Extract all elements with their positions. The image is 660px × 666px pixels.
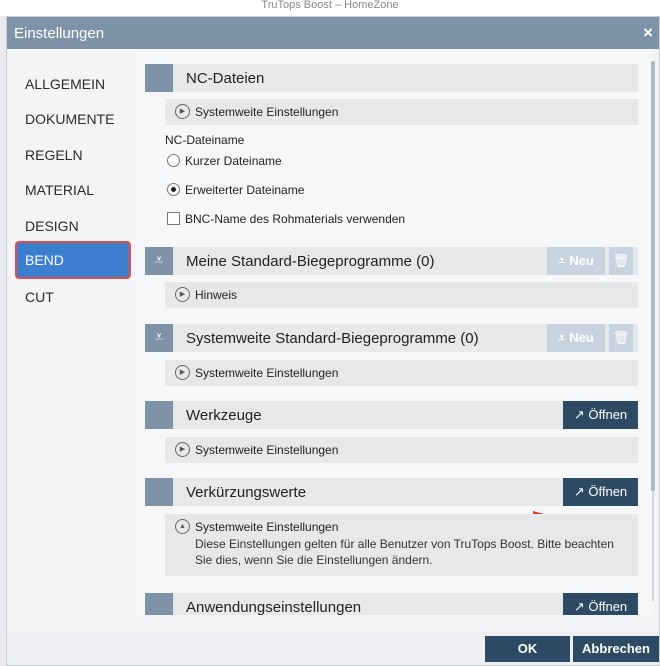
nav-item-design[interactable]: DESIGN [15,211,131,241]
button-label: Öffnen [588,484,628,499]
cancel-button[interactable]: Abbrechen [573,636,659,662]
settings-dialog: Einstellungen × ALLGEMEIN DOKUMENTE REGE… [6,16,660,666]
bend-program-icon: ⩡ [145,324,173,352]
section-title: NC-Dateien [186,70,265,87]
section-marker [145,64,173,92]
nav-item-allgemein[interactable]: ALLGEMEIN [15,69,131,99]
section-marker [145,401,173,429]
section-werkzeuge: Werkzeuge ↗ Öffnen [145,401,638,429]
app-settings-open-button[interactable]: ↗ Öffnen [563,593,638,615]
open-external-icon: ↗ [573,407,585,422]
bnc-name-checkbox[interactable] [167,212,180,225]
shortening-systemwide-toggle[interactable]: ▲ Systemweite Einstellungen Diese Einste… [165,514,638,576]
expand-circle-icon: ▶ [175,442,190,457]
settings-content: NC-Dateien ▶ Systemweite Einstellungen N… [135,49,653,615]
expand-circle-icon: ▶ [175,287,190,302]
sub-label: Systemweite Einstellungen [195,520,339,534]
section-title: Werkzeuge [186,407,262,424]
nav-item-material[interactable]: MATERIAL [15,175,131,205]
open-external-icon: ↗ [573,599,585,614]
trash-icon[interactable]: 🗑 [609,247,633,275]
dialog-title: Einstellungen [14,25,105,42]
hint-toggle[interactable]: ▶ Hinweis [165,282,638,308]
open-external-icon: ↗ [573,484,585,499]
system-programs-toggle[interactable]: ▶ Systemweite Einstellungen [165,360,638,386]
new-bend-program-button[interactable]: ⩡ Neu [547,247,605,275]
bnc-name-label[interactable]: BNC-Name des Rohmaterials verwenden [185,212,405,226]
radio-short-filename[interactable] [167,154,180,167]
section-title: Meine Standard-Biegeprogramme (0) [186,253,435,270]
ok-button[interactable]: OK [485,636,570,662]
nc-systemwide-toggle[interactable]: ▶ Systemweite Einstellungen [165,99,638,125]
section-nc-dateien: NC-Dateien [145,64,638,92]
scrollbar-thumb[interactable] [651,61,655,491]
radio-short-label[interactable]: Kurzer Dateiname [185,154,282,168]
dialog-footer: OK Abbrechen [7,631,659,665]
section-verkuerzungswerte: Verkürzungswerte ↗ Öffnen [145,478,638,506]
tools-open-button[interactable]: ↗ Öffnen [563,401,638,429]
background-window-title: TruTops Boost – HomeZone [0,0,660,16]
nav-item-dokumente[interactable]: DOKUMENTE [15,104,131,134]
section-system-bend-programs: ⩡ Systemweite Standard-Biegeprogramme (0… [145,324,638,352]
nc-filename-label: NC-Dateiname [165,133,245,147]
radio-extended-label[interactable]: Erweiterter Dateiname [185,183,304,197]
section-anwendungseinstellungen: Anwendungseinstellungen ↗ Öffnen [145,593,638,615]
section-my-bend-programs: ⩡ Meine Standard-Biegeprogramme (0) ⩡ Ne… [145,247,638,275]
bend-program-icon: ⩡ [145,247,173,275]
nav-item-cut[interactable]: CUT [15,282,131,312]
nav-item-bend[interactable]: BEND [15,241,131,279]
content-scrollbar[interactable] [649,49,657,615]
section-title: Verkürzungswerte [186,484,307,501]
new-system-program-button[interactable]: ⩡ Neu [547,324,605,352]
nav-item-regeln[interactable]: REGELN [15,140,131,170]
sub-label: Systemweite Einstellungen [195,366,339,380]
shortening-note: Diese Einstellungen gelten für alle Benu… [195,537,614,567]
collapse-circle-icon: ▲ [175,519,190,534]
tools-systemwide-toggle[interactable]: ▶ Systemweite Einstellungen [165,437,638,463]
sub-label: Systemweite Einstellungen [195,105,339,119]
dialog-titlebar: Einstellungen × [7,17,659,49]
button-label: Öffnen [588,407,628,422]
section-marker [145,478,173,506]
expand-circle-icon: ▶ [175,365,190,380]
radio-extended-filename[interactable] [167,183,180,196]
close-icon[interactable]: × [643,23,653,43]
section-marker [145,593,173,615]
expand-circle-icon: ▶ [175,104,190,119]
trash-icon[interactable]: 🗑 [609,324,633,352]
button-label: Neu [569,330,594,345]
settings-nav: ALLGEMEIN DOKUMENTE REGELN MATERIAL DESI… [7,49,135,609]
section-title: Anwendungseinstellungen [186,599,362,615]
sub-label: Systemweite Einstellungen [195,443,339,457]
sub-label: Hinweis [195,288,238,302]
button-label: Neu [569,253,594,268]
shortening-open-button[interactable]: ↗ Öffnen [563,478,638,506]
section-title: Systemweite Standard-Biegeprogramme (0) [186,330,479,347]
button-label: Öffnen [588,599,628,614]
